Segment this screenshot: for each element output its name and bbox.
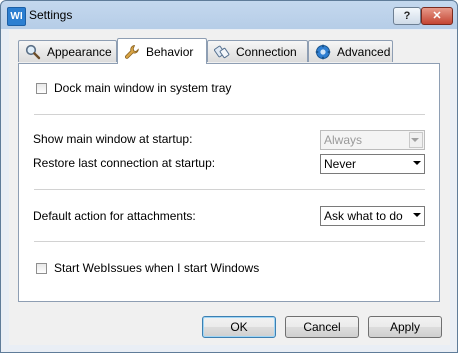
ok-button[interactable]: OK (202, 316, 276, 338)
tab-advanced[interactable]: Advanced (308, 40, 393, 62)
separator (34, 189, 425, 190)
start-with-windows-label: Start WebIssues when I start Windows (54, 261, 260, 275)
window-title: Settings (29, 8, 73, 22)
chevron-down-icon (413, 213, 421, 217)
attachments-value: Ask what to do (324, 209, 403, 223)
tab-behavior[interactable]: Behavior (117, 38, 207, 64)
restore-connection-value: Never (324, 157, 357, 171)
behavior-panel: Dock main window in system tray Show mai… (18, 63, 440, 302)
cancel-button[interactable]: Cancel (285, 316, 359, 338)
dock-tray-option[interactable]: Dock main window in system tray (36, 81, 231, 95)
show-main-window-select: Always (320, 130, 425, 150)
separator (34, 114, 425, 115)
close-button[interactable]: ✕ (421, 7, 453, 25)
tab-label: Appearance (47, 44, 112, 59)
tab-appearance[interactable]: Appearance (18, 40, 117, 62)
attachments-label: Default action for attachments: (33, 209, 196, 223)
dock-tray-label: Dock main window in system tray (54, 81, 232, 95)
dialog-body: Appearance Behavior Connection Advanced … (9, 30, 450, 345)
tab-connection[interactable]: Connection (207, 40, 308, 62)
tab-label: Connection (236, 44, 297, 59)
apply-button[interactable]: Apply (368, 316, 442, 338)
restore-connection-select[interactable]: Never (320, 154, 425, 174)
chevron-down-icon (413, 161, 421, 165)
restore-connection-label: Restore last connection at startup: (33, 156, 216, 170)
title-bar: WI Settings ? ✕ (1, 1, 457, 29)
gear-icon (315, 44, 331, 60)
wrench-icon (124, 44, 140, 60)
start-with-windows-checkbox[interactable] (36, 262, 47, 274)
chevron-down-icon (411, 138, 419, 142)
app-icon: WI (7, 7, 26, 26)
dock-tray-checkbox[interactable] (36, 82, 47, 94)
tab-label: Advanced (337, 44, 391, 59)
connection-icon (214, 44, 230, 60)
show-main-window-value: Always (324, 133, 363, 147)
magnifier-icon (25, 44, 41, 60)
help-button[interactable]: ? (393, 7, 421, 25)
show-main-window-label: Show main window at startup: (33, 132, 193, 146)
attachments-select[interactable]: Ask what to do (320, 206, 425, 226)
separator (34, 241, 425, 242)
start-with-windows-option[interactable]: Start WebIssues when I start Windows (36, 261, 259, 275)
tab-label: Behavior (146, 44, 194, 59)
settings-window: WI Settings ? ✕ Appearance Behavior Conn… (0, 0, 458, 353)
